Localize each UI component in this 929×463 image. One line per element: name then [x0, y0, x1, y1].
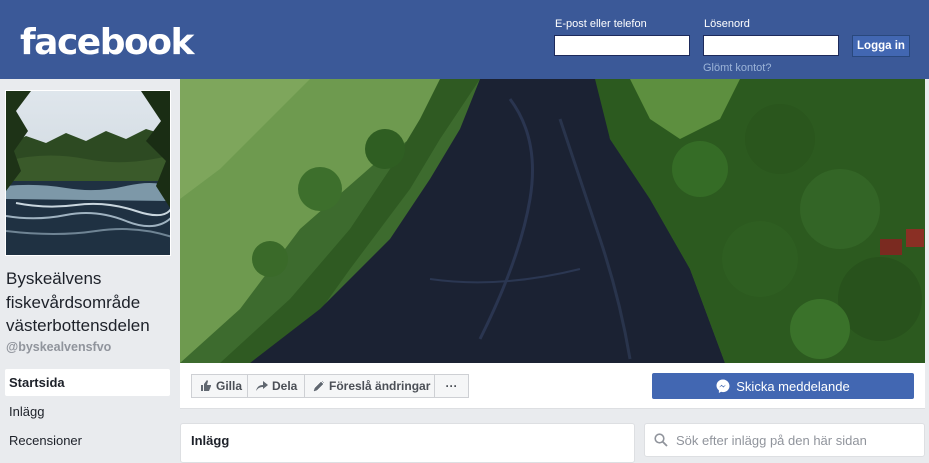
messenger-icon [716, 379, 730, 393]
sidebar-item-home[interactable]: Startsida [5, 369, 170, 396]
sidebar-item-reviews[interactable]: Recensioner [5, 427, 170, 454]
profile-picture[interactable] [5, 90, 171, 256]
send-message-button[interactable]: Skicka meddelande [652, 373, 914, 399]
share-button[interactable]: Dela [247, 374, 307, 398]
search-icon [654, 433, 668, 447]
posts-section: Inlägg [180, 423, 635, 463]
page-handle[interactable]: @byskealvensfvo [6, 340, 111, 354]
more-options-button[interactable]: ··· [434, 374, 469, 398]
page-title: Byskeälvens fiskevårdsområde västerbotte… [6, 269, 150, 335]
forgot-account-link[interactable]: Glömt kontot? [703, 62, 771, 74]
send-message-label: Skicka meddelande [736, 378, 850, 394]
email-field[interactable] [554, 35, 690, 56]
suggest-edits-label: Föreslå ändringar [329, 379, 431, 393]
login-button[interactable]: Logga in [852, 35, 910, 57]
like-button[interactable]: Gilla [191, 374, 252, 398]
email-label: E-post eller telefon [555, 18, 647, 30]
like-label: Gilla [216, 379, 243, 393]
share-label: Dela [272, 379, 298, 393]
thumbs-up-icon [201, 380, 211, 391]
sidebar-item-posts[interactable]: Inlägg [5, 398, 170, 425]
password-label: Lösenord [704, 18, 750, 30]
post-search-input[interactable]: Sök efter inlägg på den här sidan [644, 423, 925, 457]
facebook-logo[interactable]: facebook [20, 22, 194, 63]
pencil-icon [313, 380, 325, 392]
search-placeholder: Sök efter inlägg på den här sidan [676, 433, 867, 448]
top-bar: facebook E-post eller telefon Lösenord L… [0, 0, 929, 79]
share-arrow-icon [256, 381, 268, 391]
posts-heading: Inlägg [191, 433, 230, 448]
password-field[interactable] [703, 35, 839, 56]
suggest-edits-button[interactable]: Föreslå ändringar [304, 374, 440, 398]
cover-photo[interactable] [180, 79, 925, 363]
